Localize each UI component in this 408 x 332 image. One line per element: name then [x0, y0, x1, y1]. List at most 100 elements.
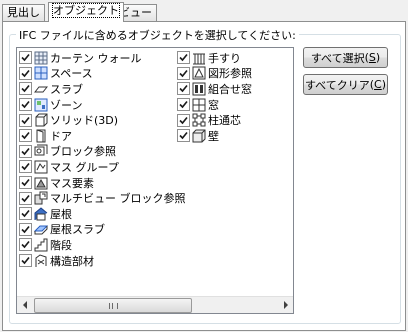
checklist-item-label: 屋根スラブ: [50, 223, 105, 237]
window-assembly-icon: [192, 82, 206, 96]
checklist-item-label: 手すり: [208, 51, 241, 65]
checklist-item[interactable]: マス グループ: [19, 159, 179, 175]
checklist-item-label: マス グループ: [50, 160, 119, 174]
grip-icon: [108, 302, 118, 309]
mass-group-icon: [34, 160, 48, 174]
scroll-right-button[interactable]: [277, 297, 293, 313]
checkbox[interactable]: [19, 176, 32, 190]
checklist-item-label: ソリッド(3D): [50, 114, 119, 128]
checkbox[interactable]: [177, 113, 190, 127]
tab-objects[interactable]: オブジェクト: [48, 2, 124, 22]
checkmark-icon: [21, 179, 30, 187]
checklist-item-label: 階段: [50, 238, 72, 252]
checklist-column-2: 手すり図形参照 組合せ窓窓柱通芯壁: [177, 50, 289, 144]
checklist-item[interactable]: 手すり: [177, 50, 289, 66]
scroll-thumb[interactable]: [34, 298, 192, 313]
structural-member-icon: [35, 253, 47, 267]
checkmark-icon: [179, 116, 188, 124]
tab-heading[interactable]: 見出し: [2, 4, 45, 21]
arrow-left-icon: [22, 301, 27, 309]
checkmark-icon: [21, 69, 30, 78]
checkbox[interactable]: [19, 98, 32, 112]
checkbox[interactable]: [177, 66, 190, 80]
checklist-item[interactable]: 屋根スラブ: [19, 222, 179, 238]
checkbox[interactable]: [177, 82, 190, 96]
checklist-item[interactable]: ドア: [19, 128, 179, 144]
checklist-item[interactable]: マルチビュー ブロック参照: [19, 190, 186, 206]
roof-slab-icon: [34, 225, 48, 235]
checklist-item-label: 壁: [208, 129, 219, 143]
checkmark-icon: [179, 54, 188, 62]
checkbox[interactable]: [19, 254, 32, 268]
checklist-item[interactable]: カーテン ウォール: [19, 50, 179, 66]
checklist-item[interactable]: 屋根: [19, 206, 179, 222]
slab-icon: [34, 86, 48, 93]
checklist-item[interactable]: 組合せ窓: [177, 81, 289, 97]
checklist-item[interactable]: マス要素: [19, 175, 179, 191]
checklist-item[interactable]: ブロック参照: [19, 144, 179, 160]
checkbox[interactable]: [19, 160, 32, 174]
checklist-item-label: 屋根: [50, 207, 72, 221]
object-checklist[interactable]: カーテン ウォール スペース スラブゾーンソリッド(3D) ドア ブロック参照 マス グル…: [16, 47, 294, 314]
checkmark-icon: [179, 69, 188, 78]
select-all-button[interactable]: すべて選択(S): [303, 47, 388, 68]
scroll-left-button[interactable]: [17, 297, 33, 313]
horizontal-scrollbar[interactable]: [17, 296, 293, 313]
checklist-item[interactable]: 図形参照: [177, 66, 289, 82]
checklist-item-label: 窓: [208, 98, 219, 112]
checklist-item[interactable]: 柱通芯: [177, 112, 289, 128]
checkbox[interactable]: [19, 66, 32, 80]
checkmark-icon: [21, 147, 30, 156]
checklist-item[interactable]: スペース: [19, 66, 179, 82]
checkmark-icon: [21, 225, 30, 234]
checkmark-icon: [179, 85, 188, 93]
checkbox[interactable]: [19, 222, 32, 236]
checklist-item-label: カーテン ウォール: [50, 51, 142, 65]
checklist-item-label: スラブ: [50, 82, 83, 96]
checklist-item[interactable]: 壁: [177, 128, 289, 144]
group-label: IFC ファイルに含めるオブジェクトを選択してください:: [16, 27, 299, 43]
checkbox[interactable]: [19, 238, 32, 252]
checkmark-icon: [179, 132, 188, 140]
stair-icon: [34, 238, 48, 252]
checklist-item[interactable]: 階段: [19, 237, 179, 253]
checkbox[interactable]: [19, 51, 32, 65]
checkmark-icon: [21, 194, 30, 202]
checklist-item[interactable]: 窓: [177, 97, 289, 113]
checklist-item[interactable]: 構造部材: [19, 253, 179, 269]
block-reference-icon: [34, 144, 48, 156]
checkbox[interactable]: [177, 129, 190, 143]
checklist-item-label: 柱通芯: [208, 114, 241, 128]
clear-all-button[interactable]: すべてクリア(C): [303, 74, 388, 95]
checklist-item[interactable]: ゾーン: [19, 97, 179, 113]
checklist-item[interactable]: スラブ: [19, 81, 179, 97]
checkmark-icon: [21, 210, 30, 218]
checkbox[interactable]: [19, 82, 32, 96]
checklist-item-label: マス要素: [50, 176, 94, 190]
checkbox[interactable]: [19, 113, 32, 127]
curtain-wall-icon: [34, 51, 48, 65]
checkbox[interactable]: [19, 191, 32, 205]
checklist-item-label: ゾーン: [50, 98, 83, 112]
checklist-item-label: スペース: [50, 67, 93, 81]
checkbox[interactable]: [19, 129, 32, 143]
wall-icon: [192, 129, 206, 143]
checkbox[interactable]: [177, 51, 190, 65]
zone-icon: [34, 98, 48, 112]
checklist-item-label: 図形参照: [208, 67, 252, 81]
multiview-block-icon: [34, 191, 48, 205]
checkbox[interactable]: [19, 207, 32, 221]
checkbox[interactable]: [19, 144, 32, 158]
checklist-item-label: ブロック参照: [50, 145, 116, 159]
checklist-item-label: マルチビュー ブロック参照: [50, 192, 186, 206]
checkmark-icon: [21, 54, 30, 62]
checkmark-icon: [21, 241, 30, 249]
checkmark-icon: [21, 257, 30, 265]
checkmark-icon: [179, 101, 188, 109]
checkbox[interactable]: [177, 98, 190, 112]
checkmark-icon: [21, 163, 30, 171]
checklist-item[interactable]: ソリッド(3D): [19, 112, 179, 128]
shape-reference-icon: [192, 66, 206, 80]
solid-3d-icon: [35, 113, 48, 127]
checkmark-icon: [21, 132, 30, 140]
